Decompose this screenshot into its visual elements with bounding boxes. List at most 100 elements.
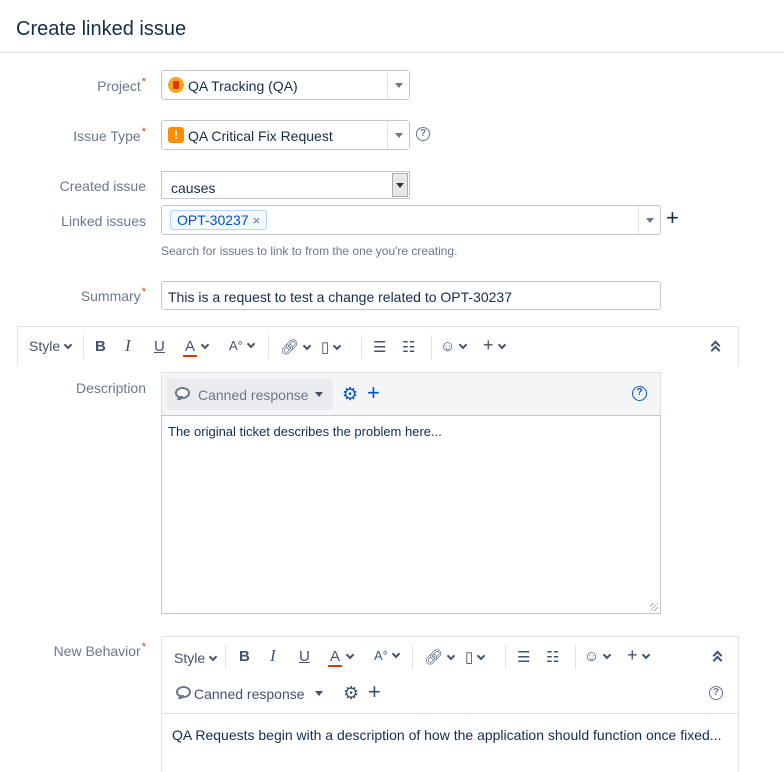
linked-issues-picker[interactable]: OPT-30237 × — [161, 205, 661, 235]
style-dropdown[interactable]: Style — [174, 650, 218, 666]
project-label: Project* — [97, 76, 146, 94]
add-canned-response-icon[interactable]: + — [367, 382, 380, 404]
chevron-down-icon — [396, 183, 404, 188]
italic-button[interactable]: I — [270, 646, 276, 666]
new-behavior-editor: Style B I U A A° 🔗︎ ▯ ☰ ☷ ☺ + Canned res… — [161, 636, 739, 772]
link-type-dropdown-button[interactable] — [392, 173, 408, 197]
insert-more-button[interactable]: + — [483, 335, 506, 356]
new-behavior-value[interactable]: QA Requests begin with a description of … — [172, 727, 721, 743]
bullet-list-icon: ☰ — [517, 649, 531, 666]
more-formatting-icon: A° — [229, 338, 243, 353]
project-icon — [168, 77, 184, 93]
chevron-down-icon[interactable] — [315, 691, 323, 696]
help-icon[interactable]: ? — [709, 686, 723, 700]
text-color-button[interactable]: A — [183, 338, 210, 357]
description-label: Description — [75, 380, 146, 396]
required-marker: * — [141, 76, 146, 88]
canned-response-dropdown[interactable]: Canned response — [194, 686, 305, 702]
canned-response-label: Canned response — [198, 387, 309, 403]
exclamation-icon: ! — [168, 127, 184, 143]
chevron-down-icon — [603, 650, 612, 660]
linked-issues-label: Linked issues — [61, 213, 146, 229]
emoji-button[interactable]: ☺ — [440, 338, 468, 355]
insert-more-button[interactable]: + — [627, 645, 650, 666]
chevron-down-icon — [63, 340, 73, 350]
canned-response-bar: Canned response ⚙ + ? — [161, 372, 661, 415]
link-icon: 🔗︎ — [424, 649, 444, 666]
issue-type-label-text: Issue Type — [73, 128, 141, 144]
chevron-down-icon — [395, 83, 403, 88]
add-canned-response-icon[interactable]: + — [368, 681, 381, 703]
bold-button[interactable]: B — [239, 648, 250, 665]
description-value: The original ticket describes the proble… — [168, 424, 442, 439]
text-color-icon: A — [183, 338, 198, 357]
gear-icon[interactable]: ⚙ — [342, 385, 358, 403]
more-formatting-button[interactable]: A° — [374, 648, 401, 663]
canned-response-dropdown[interactable]: Canned response — [167, 378, 333, 410]
resize-handle-icon[interactable] — [650, 603, 658, 611]
attachment-icon: ▯ — [321, 339, 330, 356]
issue-type-dropdown-toggle[interactable] — [387, 121, 409, 149]
link-button[interactable]: 🔗︎ — [280, 338, 312, 356]
style-label: Style — [29, 338, 61, 354]
chevron-down-icon — [315, 392, 323, 397]
underline-button[interactable]: U — [299, 648, 310, 665]
italic-button[interactable]: I — [125, 336, 131, 356]
more-formatting-button[interactable]: A° — [229, 338, 256, 353]
new-behavior-label: New Behavior* — [54, 641, 146, 659]
add-linked-issue-icon[interactable]: + — [666, 207, 679, 229]
chevron-down-icon — [446, 651, 456, 661]
chevron-down-icon — [246, 339, 256, 349]
chevron-down-icon — [497, 340, 506, 350]
emoji-icon: ☺ — [440, 338, 456, 355]
attachment-button[interactable]: ▯ — [465, 648, 486, 666]
help-icon[interactable]: ? — [632, 386, 647, 401]
chevron-down-icon — [208, 652, 218, 662]
text-color-icon: A — [328, 648, 343, 667]
chevron-down-icon — [302, 341, 312, 351]
toolbar-divider — [575, 645, 576, 669]
summary-label-text: Summary — [80, 288, 141, 304]
required-marker: * — [141, 641, 146, 653]
chevron-down-icon — [200, 340, 210, 350]
linked-issue-chip[interactable]: OPT-30237 × — [170, 210, 268, 230]
issue-type-select[interactable]: ! QA Critical Fix Request — [161, 120, 410, 150]
bold-button[interactable]: B — [95, 338, 106, 355]
toolbar-divider — [225, 645, 226, 669]
project-dropdown-toggle[interactable] — [387, 71, 409, 99]
toolbar-divider — [431, 335, 432, 359]
chevron-down-icon — [646, 218, 654, 223]
chevron-down-icon — [391, 649, 401, 659]
style-dropdown[interactable]: Style — [29, 338, 73, 354]
dialog-title: Create linked issue — [16, 18, 187, 40]
created-issue-label: Created issue — [59, 178, 146, 194]
double-chevron-up-icon — [710, 345, 721, 356]
attachment-button[interactable]: ▯ — [321, 338, 342, 356]
project-label-text: Project — [97, 78, 141, 94]
style-label: Style — [174, 650, 206, 666]
remove-chip-icon[interactable]: × — [253, 213, 261, 228]
speech-bubble-icon — [176, 686, 191, 698]
link-type-select[interactable]: causes — [161, 171, 410, 199]
bullet-list-button[interactable]: ☰ — [517, 648, 530, 666]
help-icon[interactable]: ? — [416, 127, 430, 141]
gear-icon[interactable]: ⚙ — [343, 684, 359, 702]
underline-button[interactable]: U — [154, 338, 165, 355]
numbered-list-button[interactable]: ☷ — [546, 648, 559, 666]
double-chevron-up-icon — [712, 655, 723, 666]
toolbar-divider — [412, 645, 413, 669]
description-textarea[interactable]: The original ticket describes the proble… — [161, 415, 661, 614]
numbered-list-button[interactable]: ☷ — [402, 338, 415, 356]
bullet-list-button[interactable]: ☰ — [373, 338, 386, 356]
summary-input[interactable]: This is a request to test a change relat… — [161, 281, 661, 310]
project-select[interactable]: QA Tracking (QA) — [161, 70, 410, 100]
chevron-down-icon — [345, 650, 355, 660]
text-color-button[interactable]: A — [328, 648, 355, 667]
required-marker: * — [141, 286, 146, 298]
link-button[interactable]: 🔗︎ — [424, 648, 456, 666]
emoji-button[interactable]: ☺ — [584, 648, 612, 665]
issue-type-value: QA Critical Fix Request — [188, 128, 333, 144]
toolbar-divider — [268, 335, 269, 359]
linked-issues-dropdown-toggle[interactable] — [638, 206, 660, 234]
issue-type-label: Issue Type* — [73, 126, 146, 144]
